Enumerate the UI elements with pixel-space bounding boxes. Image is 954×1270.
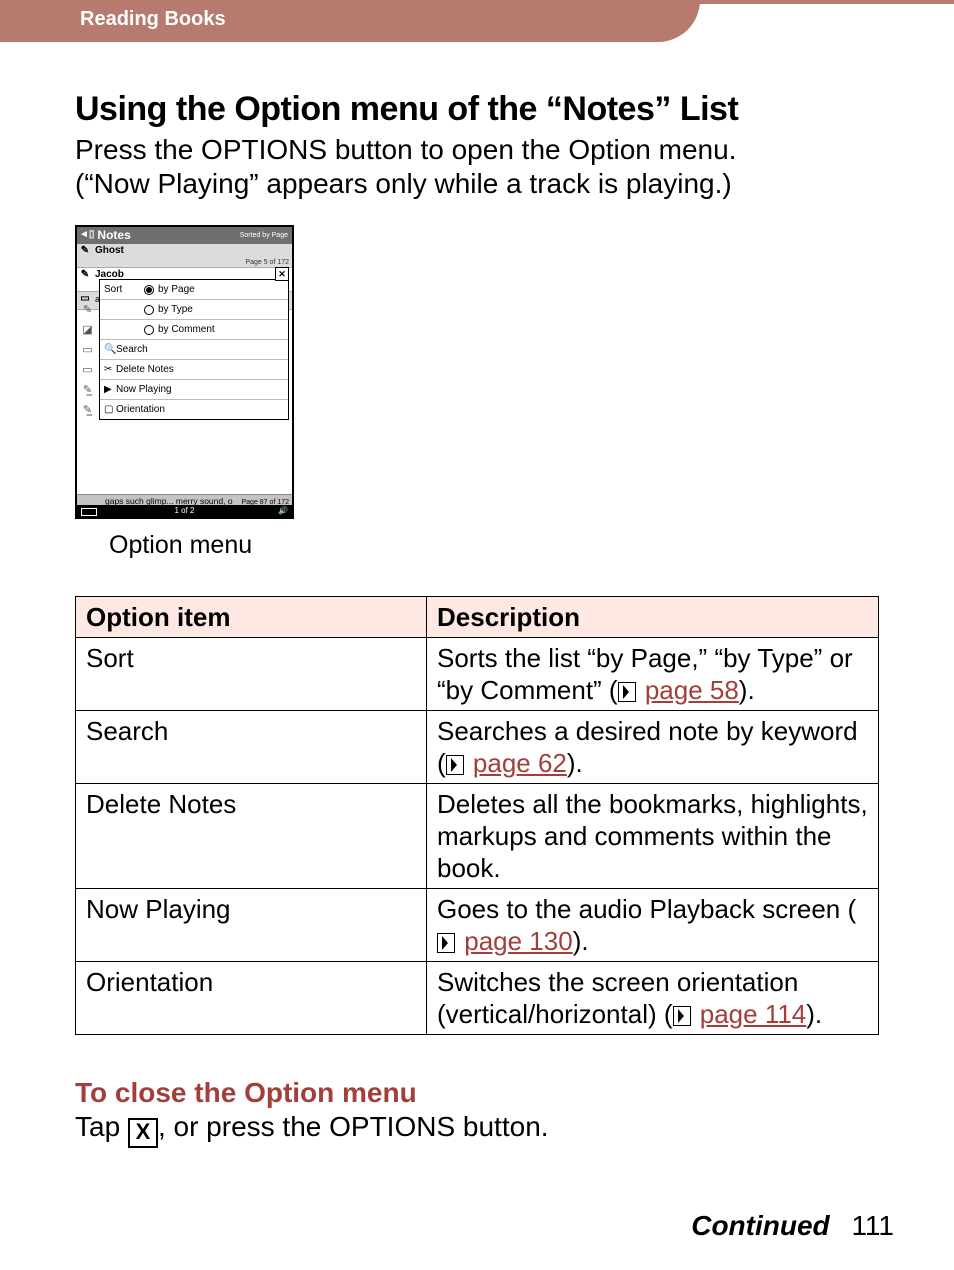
orientation-option[interactable]: ▢ Orientation: [100, 400, 288, 419]
search-icon: 🔍: [104, 345, 116, 355]
page-link[interactable]: page 58: [645, 675, 739, 705]
item-now-playing: Now Playing: [76, 889, 427, 962]
sort-by-type-option[interactable]: by Type: [100, 300, 288, 320]
marker-icon: ✎: [79, 246, 91, 256]
page-link[interactable]: page 130: [464, 926, 572, 956]
page-link[interactable]: page 62: [473, 748, 567, 778]
continued-label: Continued: [691, 1210, 829, 1241]
scribble-icon: ✎̲: [80, 385, 95, 405]
shot-sorted-by: Sorted by Page: [240, 232, 288, 239]
note-last-text: gaps such glimp... merry sound, o: [105, 496, 233, 506]
sort-opt-2: by Type: [158, 305, 193, 315]
sort-by-page-option[interactable]: Sort by Page: [100, 280, 288, 300]
page-title: Using the Option menu of the “Notes” Lis…: [75, 90, 879, 129]
table-row: Delete Notes Deletes all the bookmarks, …: [76, 784, 879, 889]
screenshot-caption: Option menu: [109, 531, 879, 560]
intro-text: Press the OPTIONS button to open the Opt…: [75, 133, 879, 201]
orientation-label: Orientation: [116, 405, 165, 415]
radio-selected-icon: [144, 285, 154, 295]
now-playing-label: Now Playing: [116, 385, 172, 395]
device-screenshot: ◄▯ Notes Sorted by Page ✎ Ghost Page 5 o…: [75, 225, 294, 519]
radio-icon: [144, 325, 154, 335]
page-footer: Continued 111: [691, 1210, 894, 1242]
desc-sort: Sorts the list “by Page,” “by Type” or “…: [427, 638, 879, 711]
option-menu-popup: ✕ Sort by Page by Type by Comment 🔍 Sear…: [99, 279, 289, 420]
item-search: Search: [76, 711, 427, 784]
page-content: Using the Option menu of the “Notes” Lis…: [75, 90, 879, 1148]
note-row-1: ✎ Ghost Page 5 of 172: [77, 244, 292, 268]
desc-text: ).: [806, 999, 822, 1029]
marker-icon: ✎: [79, 270, 91, 280]
note-row-last: gaps such glimp... merry sound, o Page 8…: [77, 494, 292, 506]
speaker-icon: 🔊: [278, 507, 288, 515]
search-option[interactable]: 🔍 Search: [100, 340, 288, 360]
desc-text: Goes to the audio Playback screen (: [437, 894, 856, 924]
book-icon: ▭: [79, 294, 91, 304]
page-number: 111: [851, 1210, 894, 1241]
square-icon: ◪: [80, 325, 95, 345]
desc-text: ).: [739, 675, 755, 705]
note-1-text: Ghost: [95, 246, 124, 256]
radio-icon: [144, 305, 154, 315]
item-delete: Delete Notes: [76, 784, 427, 889]
sort-label: Sort: [104, 285, 144, 295]
marker-icon: ✎: [80, 305, 95, 325]
now-playing-option[interactable]: ▶ Now Playing: [100, 380, 288, 400]
col-header-item: Option item: [76, 597, 427, 638]
shot-title: Notes: [97, 229, 130, 241]
book-icon: ▭: [80, 345, 95, 365]
back-arrow-icon: ◄▯: [79, 230, 94, 240]
scribble-icon: ✎̲: [80, 405, 95, 425]
orientation-icon: ▢: [104, 405, 116, 415]
close-x-icon: X: [128, 1118, 158, 1148]
desc-text: ).: [573, 926, 589, 956]
delete-label: Delete Notes: [116, 365, 174, 375]
close-icon[interactable]: ✕: [275, 267, 289, 281]
sort-opt-1: by Page: [158, 285, 195, 295]
book-icon: ▭: [80, 365, 95, 385]
page-ref-icon: [618, 682, 636, 702]
desc-now-playing: Goes to the audio Playback screen ( page…: [427, 889, 879, 962]
close-heading: To close the Option menu: [75, 1077, 879, 1109]
col-header-desc: Description: [427, 597, 879, 638]
left-icon-column: ✎ ◪ ▭ ▭ ✎̲ ✎̲: [80, 305, 95, 425]
page-ref-icon: [446, 755, 464, 775]
close-text-a: Tap: [75, 1111, 128, 1142]
page-header: Reading Books: [0, 0, 954, 42]
shot-footer: 1 of 2 🔊: [77, 505, 292, 517]
desc-search: Searches a desired note by keyword ( pag…: [427, 711, 879, 784]
delete-icon: ✂: [104, 365, 116, 375]
sort-by-comment-option[interactable]: by Comment: [100, 320, 288, 340]
table-row: Sort Sorts the list “by Page,” “by Type”…: [76, 638, 879, 711]
options-table: Option item Description Sort Sorts the l…: [75, 596, 879, 1035]
search-label: Search: [116, 345, 148, 355]
shot-titlebar: ◄▯ Notes Sorted by Page: [77, 227, 292, 244]
page-link[interactable]: page 114: [700, 999, 807, 1029]
desc-delete: Deletes all the bookmarks, highlights, m…: [427, 784, 879, 889]
close-text-b: , or press the OPTIONS button.: [158, 1111, 549, 1142]
page-ref-icon: [673, 1006, 691, 1026]
intro-line-2: (“Now Playing” appears only while a trac…: [75, 168, 732, 199]
note-1-meta: Page 5 of 172: [245, 259, 289, 266]
table-row: Orientation Switches the screen orientat…: [76, 962, 879, 1035]
intro-line-1: Press the OPTIONS button to open the Opt…: [75, 134, 736, 165]
shot-page-indicator: 1 of 2: [174, 507, 194, 515]
play-icon: ▶: [104, 385, 116, 395]
close-instruction: Tap X, or press the OPTIONS button.: [75, 1111, 879, 1148]
sort-opt-3: by Comment: [158, 325, 215, 335]
item-orientation: Orientation: [76, 962, 427, 1035]
item-sort: Sort: [76, 638, 427, 711]
delete-notes-option[interactable]: ✂ Delete Notes: [100, 360, 288, 380]
page-ref-icon: [437, 933, 455, 953]
table-row: Now Playing Goes to the audio Playback s…: [76, 889, 879, 962]
desc-text: ).: [567, 748, 583, 778]
section-title: Reading Books: [80, 8, 226, 31]
desc-orientation: Switches the screen orientation (vertica…: [427, 962, 879, 1035]
battery-icon: [81, 508, 97, 516]
table-header-row: Option item Description: [76, 597, 879, 638]
table-row: Search Searches a desired note by keywor…: [76, 711, 879, 784]
